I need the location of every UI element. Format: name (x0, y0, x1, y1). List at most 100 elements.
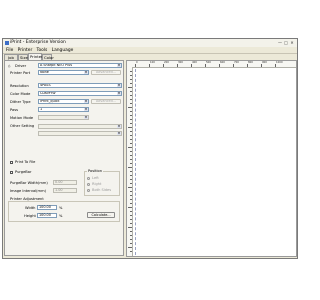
image-interval-label: Image Interval(mm) (10, 189, 46, 193)
pass-label: Pass (10, 108, 18, 112)
pass-select[interactable]: 1 ▼ (38, 107, 89, 112)
color-mode-select[interactable]: CDKMYW ▼ (38, 91, 122, 96)
ruler-label: 100 (150, 61, 155, 64)
resolution-select[interactable]: 4PASS ▼ (38, 83, 122, 88)
ruler-tick (130, 155, 132, 156)
ruler-label: 1000 (276, 61, 283, 64)
ruler-label: 500 (206, 61, 211, 64)
position-group-label: Position (87, 169, 103, 173)
ruler-tick (275, 64, 276, 67)
ruler-tick (130, 119, 132, 120)
ruler-tick (149, 64, 150, 67)
ruler-tick (128, 167, 132, 168)
printer-port-select[interactable]: None ▼ (38, 70, 89, 75)
ruler-tick (130, 171, 132, 172)
dither-type-value: iPrint_quick (40, 99, 60, 103)
image-interval-input[interactable]: 1.00 (53, 188, 77, 193)
advanced-port-button[interactable]: Advanced... (91, 70, 121, 75)
calculate-button[interactable]: Calculate... (87, 212, 115, 218)
ruler-tick (130, 83, 132, 84)
ruler-tick (130, 195, 132, 196)
close-icon[interactable]: ✕ (289, 40, 295, 45)
ruler-tick (128, 187, 132, 188)
printer-port-value: None (40, 70, 49, 74)
chevron-down-icon: ▼ (117, 64, 121, 67)
ruler-label: 0 (136, 61, 138, 64)
other-setting-select-2[interactable]: ▼ (38, 131, 122, 136)
ruler-label: 800 (248, 61, 253, 64)
title-bar: iPrint - Enterprise Version — □ ✕ (3, 39, 297, 47)
purgebar-checkbox[interactable] (10, 171, 13, 174)
height-input[interactable]: 100.00 (37, 213, 57, 218)
position-both-sides-label: Both Sides (92, 188, 112, 192)
width-input[interactable]: 100.00 (37, 205, 57, 210)
menu-language[interactable]: Language (52, 48, 74, 54)
position-left-label: Left (92, 176, 99, 180)
height-unit: % (59, 214, 63, 218)
ruler-tick (247, 64, 248, 67)
ruler-tick (128, 247, 132, 248)
chevron-down-icon: ▼ (117, 125, 121, 128)
tab-printer[interactable]: Printer (28, 53, 43, 60)
chevron-down-icon: ▼ (117, 92, 121, 95)
position-left-radio[interactable] (87, 177, 90, 180)
ruler-tick (219, 64, 220, 67)
position-right-label: Right (92, 182, 102, 186)
ruler-tick (130, 151, 132, 152)
resolution-value: 4PASS (40, 83, 51, 87)
ruler-tick (128, 87, 132, 88)
height-label: Height (24, 214, 36, 218)
printer-adjustment-group: Width 100.00 % Height 100.00 % Calculate… (8, 201, 120, 222)
chevron-down-icon: ▼ (84, 108, 88, 111)
ruler-tick (130, 115, 132, 116)
ruler-tick (130, 219, 132, 220)
ruler-tick (130, 143, 132, 144)
purgebar-label: PurgeBar (15, 170, 32, 174)
motion-mode-select[interactable]: ▼ (38, 115, 89, 120)
print-to-file-checkbox[interactable] (10, 161, 13, 164)
ruler-tick (130, 211, 132, 212)
dither-type-select[interactable]: iPrint_quick ▼ (38, 99, 89, 104)
driver-value: A Sharpit NEO Plus (40, 63, 72, 67)
ruler-tick (130, 139, 132, 140)
position-right-radio[interactable] (87, 183, 90, 186)
position-both-sides-radio[interactable] (87, 189, 90, 192)
color-mode-label: Color Mode (10, 92, 31, 96)
ruler-tick (130, 95, 132, 96)
ruler-tick (130, 75, 132, 76)
ruler-label: 300 (178, 61, 183, 64)
app-window: iPrint - Enterprise Version — □ ✕ File P… (2, 38, 298, 259)
ruler-tick (261, 64, 262, 67)
ruler-tick (130, 215, 132, 216)
ruler-label: 200 (164, 61, 169, 64)
ruler-tick (130, 203, 132, 204)
driver-select[interactable]: A Sharpit NEO Plus ▼ (38, 63, 122, 68)
other-setting-select[interactable]: ▼ (38, 124, 122, 129)
ruler-tick (130, 71, 132, 72)
ruler-tick (177, 64, 178, 67)
chevron-down-icon: ▼ (117, 84, 121, 87)
ruler-tick (130, 251, 132, 252)
width-label: Width (25, 206, 36, 210)
printer-port-label: Printer Port (10, 71, 31, 75)
ruler-tick (191, 64, 192, 67)
menu-bar: File Printer Tools Language (3, 47, 297, 54)
purgebar-width-input[interactable]: 0.00 (53, 180, 77, 185)
app-icon (5, 41, 9, 45)
ruler-tick (130, 243, 132, 244)
ruler-label: 600 (220, 61, 225, 64)
resolution-label: Resolution (10, 84, 29, 88)
ruler-tick (130, 131, 132, 132)
printer-icon: ⎙ (8, 64, 11, 68)
chevron-down-icon: ▼ (84, 116, 88, 119)
ruler-tick (128, 127, 132, 128)
advanced-dither-button[interactable]: Advanced... (91, 99, 121, 104)
printer-settings-panel: ⎙ Driver A Sharpit NEO Plus ▼ Printer Po… (4, 60, 124, 256)
ruler-tick (130, 223, 132, 224)
print-preview-area: 0 100 200 300 400 500 600 700 800 900 10… (126, 60, 297, 257)
ruler-tick (130, 135, 132, 136)
ruler-tick (128, 147, 132, 148)
horizontal-ruler: 0 100 200 300 400 500 600 700 800 900 10… (127, 61, 296, 68)
chevron-down-icon: ▼ (117, 132, 121, 135)
ruler-tick (130, 179, 132, 180)
